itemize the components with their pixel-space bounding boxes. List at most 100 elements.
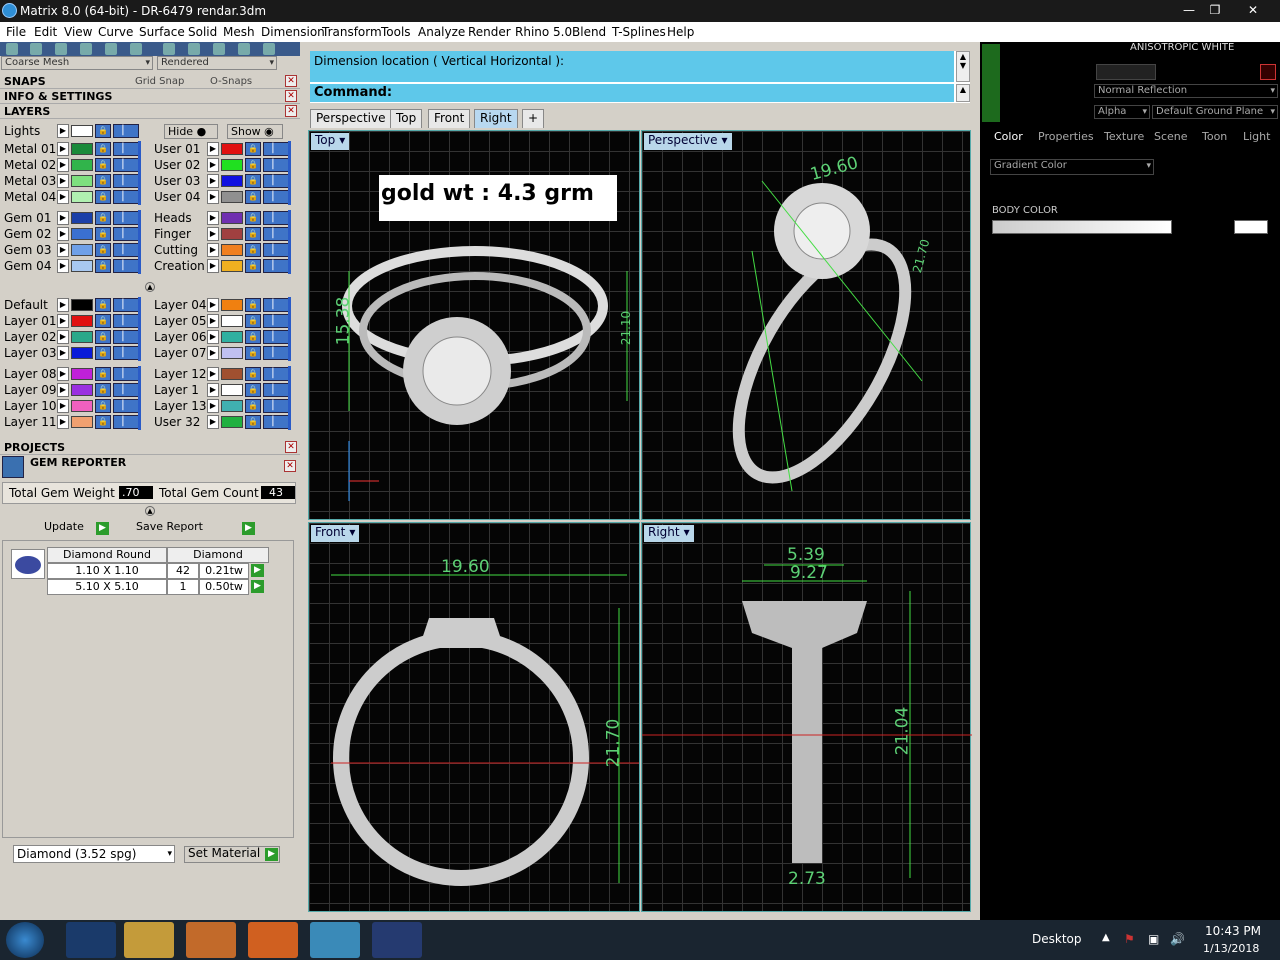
- lock-icon[interactable]: 🔒: [245, 243, 261, 257]
- menu-dimension[interactable]: Dimension: [261, 25, 325, 39]
- menu-rhino[interactable]: Rhino 5.0: [515, 25, 572, 39]
- expand-arrow-icon[interactable]: ▶: [57, 330, 69, 344]
- row-arrow-icon[interactable]: ▶: [251, 564, 264, 577]
- layer-color-swatch[interactable]: [221, 260, 243, 272]
- layer-color-swatch[interactable]: [71, 347, 93, 359]
- expand-arrow-icon[interactable]: ▶: [207, 330, 219, 344]
- expand-arrow-icon[interactable]: ▶: [57, 259, 69, 273]
- layer-color-swatch[interactable]: [71, 368, 93, 380]
- tool-icon[interactable]: [105, 43, 117, 55]
- tab-toon[interactable]: Toon: [1202, 130, 1227, 147]
- layer-row[interactable]: User 03 ▶ 🔒 ▏: [154, 173, 294, 189]
- layer-row[interactable]: User 04 ▶ 🔒 ▏: [154, 189, 294, 205]
- layer-color-swatch[interactable]: [71, 159, 93, 171]
- tool-icon[interactable]: [263, 43, 275, 55]
- expand-arrow-icon[interactable]: ▶: [207, 158, 219, 172]
- expand-arrow-icon[interactable]: ▶: [57, 243, 69, 257]
- layer-color-swatch[interactable]: [221, 175, 243, 187]
- add-view-tab[interactable]: +: [522, 109, 545, 128]
- visibility-toggle[interactable]: ▏: [263, 211, 289, 225]
- internet-explorer-icon[interactable]: [66, 922, 116, 958]
- gem-row[interactable]: 5.10 X 5.10 1 0.50tw ▶: [47, 579, 271, 595]
- tool-icon[interactable]: [130, 43, 142, 55]
- expand-arrow-icon[interactable]: ▶: [57, 346, 69, 360]
- layer-row[interactable]: Layer 04 ▶ 🔒 ▏: [154, 297, 294, 313]
- layer-color-swatch[interactable]: [71, 315, 93, 327]
- tool-icon[interactable]: [80, 43, 92, 55]
- visibility-toggle[interactable]: ▏: [113, 415, 139, 429]
- visibility-toggle[interactable]: ▏: [263, 190, 289, 204]
- visibility-toggle[interactable]: ▏: [113, 346, 139, 360]
- command-input-scrollbar[interactable]: ▲: [956, 84, 970, 102]
- layer-color-swatch[interactable]: [71, 175, 93, 187]
- visibility-toggle[interactable]: ▏: [113, 383, 139, 397]
- tool-icon[interactable]: [163, 43, 175, 55]
- lock-icon[interactable]: 🔒: [95, 174, 111, 188]
- lock-icon[interactable]: 🔒: [245, 314, 261, 328]
- tool-icon[interactable]: [238, 43, 250, 55]
- matrix-app-icon[interactable]: [310, 922, 360, 958]
- layers-header[interactable]: LAYERS ✕: [0, 104, 300, 119]
- expand-arrow-icon[interactable]: ▶: [207, 243, 219, 257]
- lock-icon[interactable]: 🔒: [95, 298, 111, 312]
- lock-icon[interactable]: 🔒: [95, 259, 111, 273]
- visibility-toggle[interactable]: ▏: [263, 314, 289, 328]
- close-icon[interactable]: ✕: [285, 441, 297, 453]
- show-button[interactable]: Show ◉: [227, 124, 283, 139]
- desktop-toolbar-label[interactable]: Desktop: [1032, 932, 1082, 946]
- layer-color-swatch[interactable]: [221, 416, 243, 428]
- expand-arrow-icon[interactable]: ▶: [57, 383, 69, 397]
- lock-icon[interactable]: 🔒: [95, 142, 111, 156]
- menu-curve[interactable]: Curve: [98, 25, 133, 39]
- layer-color-swatch[interactable]: [221, 315, 243, 327]
- expand-arrow-icon[interactable]: ▶: [207, 211, 219, 225]
- layer-row[interactable]: User 02 ▶ 🔒 ▏: [154, 157, 294, 173]
- visibility-toggle[interactable]: ▏: [263, 383, 289, 397]
- layer-row[interactable]: Gem 02 ▶ 🔒 ▏: [4, 226, 144, 242]
- menu-mesh[interactable]: Mesh: [223, 25, 255, 39]
- layer-row[interactable]: Layer 1 ▶ 🔒 ▏: [154, 382, 294, 398]
- lock-icon[interactable]: 🔒: [95, 399, 111, 413]
- layer-color-swatch[interactable]: [221, 384, 243, 396]
- layer-row[interactable]: User 32 ▶ 🔒 ▏: [154, 414, 294, 430]
- layer-color-swatch[interactable]: [71, 244, 93, 256]
- menu-solid[interactable]: Solid: [188, 25, 217, 39]
- layer-row[interactable]: Layer 12 ▶ 🔒 ▏: [154, 366, 294, 382]
- projects-header[interactable]: PROJECTS ✕: [0, 440, 300, 455]
- layer-row[interactable]: Gem 03 ▶ 🔒 ▏: [4, 242, 144, 258]
- lock-icon[interactable]: 🔒: [245, 211, 261, 225]
- expand-arrow-icon[interactable]: ▶: [57, 314, 69, 328]
- layer-row[interactable]: Layer 06 ▶ 🔒 ▏: [154, 329, 294, 345]
- network-icon[interactable]: ▣: [1148, 932, 1159, 946]
- layer-color-swatch[interactable]: [221, 212, 243, 224]
- file-explorer-icon[interactable]: [124, 922, 174, 958]
- body-color-gradient-slider[interactable]: [992, 220, 1172, 234]
- close-icon[interactable]: ✕: [285, 105, 297, 117]
- menu-surface[interactable]: Surface: [139, 25, 185, 39]
- tab-top[interactable]: Top: [390, 109, 423, 128]
- firefox-icon[interactable]: [248, 922, 298, 958]
- layer-color-swatch[interactable]: [221, 331, 243, 343]
- layer-color-swatch[interactable]: [221, 299, 243, 311]
- minimize-button[interactable]: —: [1178, 2, 1200, 18]
- osnaps-toggle[interactable]: O-Snaps: [210, 74, 252, 89]
- visibility-toggle[interactable]: ▏: [113, 399, 139, 413]
- reflection-select[interactable]: Normal Reflection: [1094, 84, 1278, 98]
- tab-right[interactable]: Right: [474, 109, 518, 128]
- menu-tsplines[interactable]: T-Splines: [612, 25, 666, 39]
- layer-row[interactable]: Layer 13 ▶ 🔒 ▏: [154, 398, 294, 414]
- action-center-icon[interactable]: ⚑: [1124, 932, 1135, 946]
- expand-arrow-icon[interactable]: ▶: [207, 415, 219, 429]
- expand-arrow-icon[interactable]: ▶: [207, 367, 219, 381]
- layer-color-swatch[interactable]: [221, 400, 243, 412]
- row-arrow-icon[interactable]: ▶: [251, 580, 264, 593]
- lock-icon[interactable]: 🔒: [245, 158, 261, 172]
- visibility-toggle[interactable]: ▏: [113, 330, 139, 344]
- layer-color-swatch[interactable]: [71, 299, 93, 311]
- volume-icon[interactable]: 🔊: [1170, 932, 1185, 946]
- lock-icon[interactable]: 🔒: [245, 227, 261, 241]
- hide-button[interactable]: Hide ●: [164, 124, 218, 139]
- visibility-toggle[interactable]: ▏: [263, 174, 289, 188]
- lock-icon[interactable]: 🔒: [95, 367, 111, 381]
- layer-color-swatch[interactable]: [71, 331, 93, 343]
